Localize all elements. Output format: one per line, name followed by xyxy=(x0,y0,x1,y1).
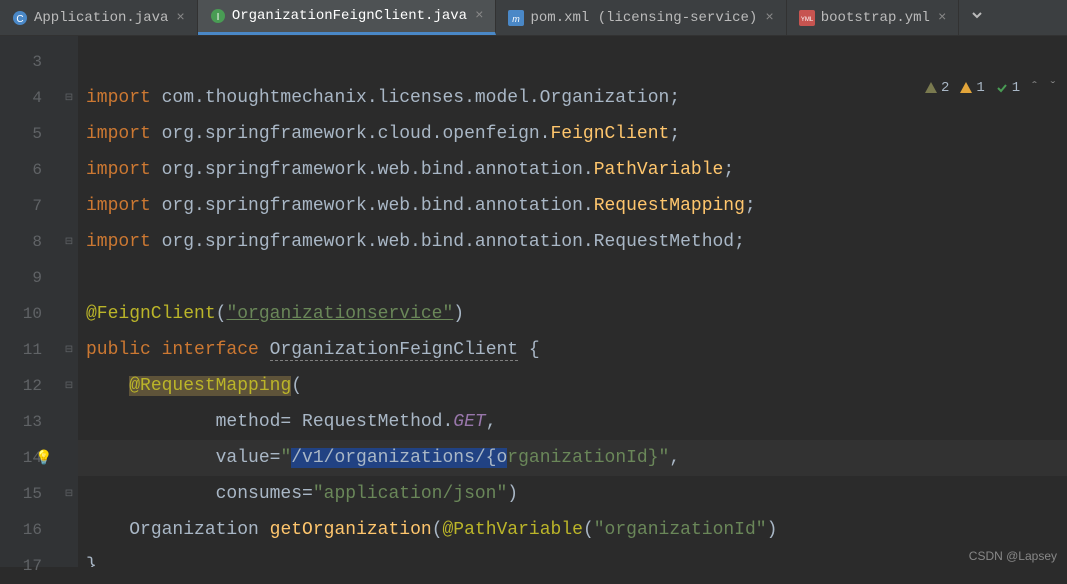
more-tabs-chevron[interactable] xyxy=(959,7,995,29)
tab-organization-feign-client[interactable]: I OrganizationFeignClient.java × xyxy=(198,0,497,35)
line-number: 4 xyxy=(0,80,60,116)
code-editor[interactable]: import com.thoughtmechanix.licenses.mode… xyxy=(78,36,1067,567)
svg-text:m: m xyxy=(513,14,521,24)
java-class-icon: C xyxy=(12,10,28,26)
line-number: 10 xyxy=(0,296,60,332)
tab-label: OrganizationFeignClient.java xyxy=(232,8,467,24)
fold-toggle-icon[interactable]: ⊟ xyxy=(60,368,78,404)
line-number: 5 xyxy=(0,116,60,152)
fold-toggle-icon[interactable]: ⊟ xyxy=(60,80,78,116)
code-line xyxy=(78,44,1067,80)
line-number: 11 xyxy=(0,332,60,368)
close-icon[interactable]: × xyxy=(176,10,184,26)
line-number-gutter[interactable]: 3 4 5 6 7 8 9 10 11 12 13 14 15 16 17 xyxy=(0,36,60,567)
yaml-icon: YML xyxy=(799,10,815,26)
tab-bootstrap-yml[interactable]: YML bootstrap.yml × xyxy=(787,0,960,35)
inspections-widget[interactable]: 2 1 1 ˆ ˇ xyxy=(924,80,1057,96)
close-icon[interactable]: × xyxy=(938,10,946,26)
line-number: 3 xyxy=(0,44,60,80)
line-number: 16 xyxy=(0,512,60,548)
line-number: 7 xyxy=(0,188,60,224)
weak-warning-indicator[interactable]: 2 xyxy=(924,80,949,96)
chevron-down-icon[interactable]: ˇ xyxy=(1049,80,1057,96)
line-number: 9 xyxy=(0,260,60,296)
code-line: import org.springframework.web.bind.anno… xyxy=(78,188,1067,224)
watermark: CSDN @Lapsey xyxy=(969,549,1057,563)
svg-text:C: C xyxy=(16,14,23,25)
tab-application[interactable]: C Application.java × xyxy=(0,0,198,35)
line-number: 6 xyxy=(0,152,60,188)
close-icon[interactable]: × xyxy=(475,8,483,24)
java-interface-icon: I xyxy=(210,8,226,24)
code-line: import org.springframework.web.bind.anno… xyxy=(78,224,1067,260)
editor-tabs: C Application.java × I OrganizationFeign… xyxy=(0,0,1067,36)
line-number: 13 xyxy=(0,404,60,440)
code-line: @FeignClient("organizationservice") xyxy=(78,296,1067,332)
line-number: 12 xyxy=(0,368,60,404)
fold-toggle-icon[interactable]: ⊟ xyxy=(60,476,78,512)
svg-text:I: I xyxy=(216,12,219,23)
code-line: import org.springframework.web.bind.anno… xyxy=(78,152,1067,188)
tab-label: Application.java xyxy=(34,10,168,26)
code-line: public interface OrganizationFeignClient… xyxy=(78,332,1067,368)
maven-icon: m xyxy=(508,10,524,26)
code-line: value="/v1/organizations/{organizationId… xyxy=(78,440,1067,476)
code-line xyxy=(78,260,1067,296)
fold-toggle-icon[interactable]: ⊟ xyxy=(60,224,78,260)
intention-bulb-icon[interactable]: 💡 xyxy=(35,450,51,466)
line-number: 17 xyxy=(0,548,60,584)
fold-toggle-icon[interactable]: ⊟ xyxy=(60,332,78,368)
tab-label: pom.xml (licensing-service) xyxy=(530,10,757,26)
code-line: consumes="application/json") xyxy=(78,476,1067,512)
ok-indicator[interactable]: 1 xyxy=(995,80,1020,96)
code-line: @RequestMapping( xyxy=(78,368,1067,404)
svg-text:YML: YML xyxy=(801,17,814,23)
close-icon[interactable]: × xyxy=(765,10,773,26)
code-line: Organization getOrganization(@PathVariab… xyxy=(78,512,1067,548)
code-line: import org.springframework.cloud.openfei… xyxy=(78,116,1067,152)
code-line: method= RequestMethod.GET, xyxy=(78,404,1067,440)
fold-gutter[interactable]: ⊟ ⊟ ⊟ ⊟ 💡 ⊟ xyxy=(60,36,78,567)
editor-area: 2 1 1 ˆ ˇ 3 4 5 6 7 8 9 10 11 12 13 14 1… xyxy=(0,36,1067,567)
tab-pom-xml[interactable]: m pom.xml (licensing-service) × xyxy=(496,0,786,35)
line-number: 15 xyxy=(0,476,60,512)
tab-label: bootstrap.yml xyxy=(821,10,930,26)
warning-indicator[interactable]: 1 xyxy=(959,80,984,96)
chevron-up-icon[interactable]: ˆ xyxy=(1030,80,1038,96)
code-line: import com.thoughtmechanix.licenses.mode… xyxy=(78,80,1067,116)
code-line: } xyxy=(78,548,1067,567)
line-number: 8 xyxy=(0,224,60,260)
